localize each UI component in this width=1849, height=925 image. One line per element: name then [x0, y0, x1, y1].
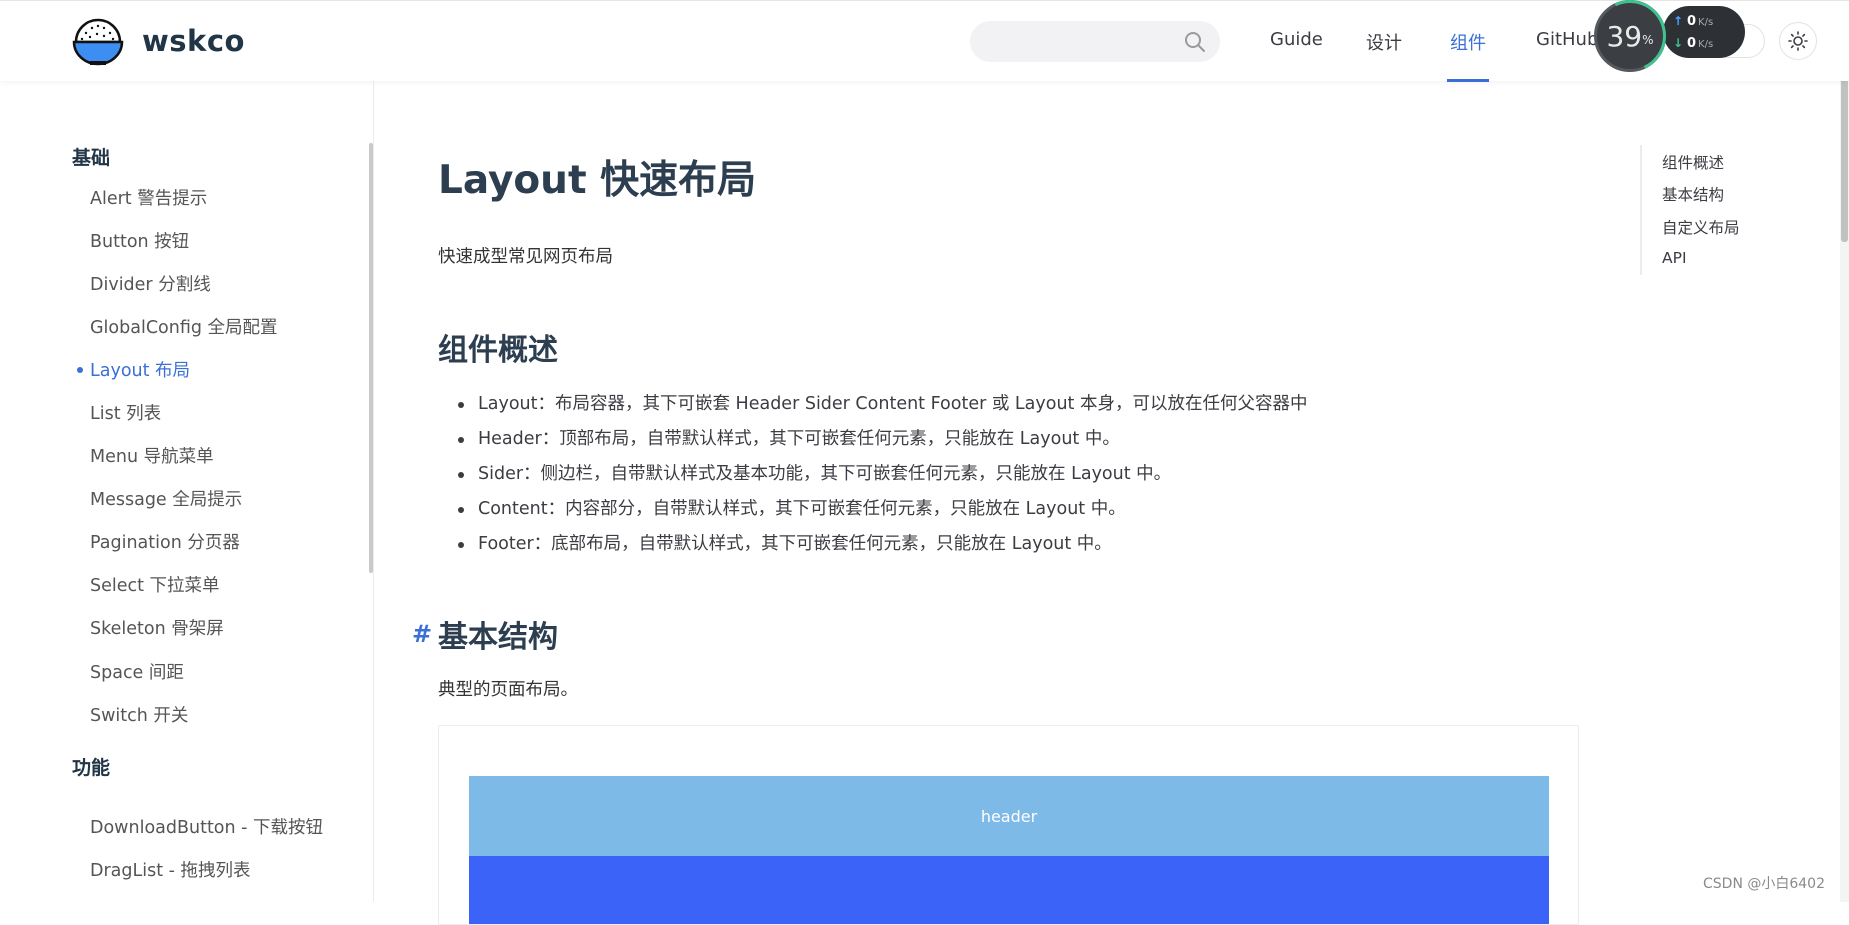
sidebar-item-alert[interactable]: Alert 警告提示	[90, 185, 207, 210]
list-item: Layout：布局容器，其下可嵌套 Header Sider Content F…	[438, 387, 1307, 422]
theme-toggle-button[interactable]	[1779, 22, 1817, 60]
list-item: Content：内容部分，自带默认样式，其下可嵌套任何元素，只能放在 Layou…	[438, 492, 1307, 527]
search-input[interactable]	[970, 21, 1220, 62]
demo-header-block: header	[469, 776, 1549, 856]
nav-guide[interactable]: Guide	[1270, 29, 1323, 50]
active-nav-indicator	[1447, 79, 1489, 82]
sidebar: 基础 Alert 警告提示 Button 按钮 Divider 分割线 Glob…	[0, 81, 374, 902]
list-item: Header：顶部布局，自带默认样式，其下可嵌套任何元素，只能放在 Layout…	[438, 422, 1307, 457]
logo-link[interactable]: wskco	[70, 15, 245, 67]
sidebar-item-globalconfig[interactable]: GlobalConfig 全局配置	[90, 314, 278, 339]
basic-structure-description: 典型的页面布局。	[438, 680, 578, 700]
memory-usage-gauge[interactable]: 39%	[1583, 0, 1677, 83]
download-unit: K/s	[1698, 39, 1714, 50]
list-item: Sider：侧边栏，自带默认样式及基本功能，其下可嵌套任何元素，只能放在 Lay…	[438, 457, 1307, 492]
sidebar-item-menu[interactable]: Menu 导航菜单	[90, 443, 214, 468]
layout-demo-box: header	[438, 725, 1579, 925]
download-arrow-icon: ↓	[1673, 36, 1684, 50]
overview-list: Layout：布局容器，其下可嵌套 Header Sider Content F…	[438, 387, 1307, 562]
toc-item-api[interactable]: API	[1662, 249, 1687, 267]
sidebar-item-pagination[interactable]: Pagination 分页器	[90, 529, 240, 554]
upload-value: 0	[1687, 14, 1697, 29]
sidebar-section-features: 功能	[72, 757, 111, 779]
page-scrollbar[interactable]	[1840, 0, 1849, 902]
nav-github-label: GitHub	[1536, 29, 1599, 50]
demo-content-block	[469, 856, 1549, 924]
page-description: 快速成型常见网页布局	[438, 247, 613, 267]
toc-item-basic-structure[interactable]: 基本结构	[1662, 183, 1724, 205]
overview-heading: 组件概述	[438, 333, 558, 368]
top-navbar: wskco Guide 设计 组件 GitHub↗ en	[0, 0, 1849, 82]
sidebar-item-switch[interactable]: Switch 开关	[90, 702, 188, 727]
active-item-bullet	[77, 367, 83, 373]
rice-bowl-logo-icon	[72, 18, 124, 66]
sidebar-item-list[interactable]: List 列表	[90, 400, 161, 425]
sidebar-section-basic: 基础	[72, 147, 111, 169]
upload-unit: K/s	[1698, 17, 1714, 28]
heading-anchor-link[interactable]: #	[412, 620, 432, 648]
sidebar-item-layout[interactable]: Layout 布局	[90, 357, 190, 382]
list-item: Footer：底部布局，自带默认样式，其下可嵌套任何元素，只能放在 Layout…	[438, 527, 1307, 562]
sidebar-item-draglist[interactable]: DragList - 拖拽列表	[90, 857, 251, 882]
table-of-contents: 组件概述 基本结构 自定义布局 API	[1640, 145, 1800, 275]
csdn-watermark: CSDN @小白6402	[1703, 876, 1825, 892]
sidebar-item-message[interactable]: Message 全局提示	[90, 486, 242, 511]
sidebar-item-button[interactable]: Button 按钮	[90, 228, 189, 253]
sidebar-item-select[interactable]: Select 下拉菜单	[90, 572, 220, 597]
toc-item-custom-layout[interactable]: 自定义布局	[1662, 216, 1740, 238]
upload-speed: ↑ 0 K/s	[1673, 14, 1714, 29]
sidebar-item-divider[interactable]: Divider 分割线	[90, 271, 211, 296]
toc-item-overview[interactable]: 组件概述	[1662, 151, 1724, 173]
net-speed-widget[interactable]: ↑ 0 K/s ↓ 0 K/s	[1663, 6, 1745, 58]
search-icon	[1185, 32, 1205, 52]
download-value: 0	[1687, 36, 1697, 51]
sidebar-item-downloadbutton[interactable]: DownloadButton - 下载按钮	[90, 814, 323, 839]
sidebar-item-space[interactable]: Space 间距	[90, 659, 184, 684]
demo-header-label: header	[980, 806, 1038, 826]
main-content: Layout 快速布局 快速成型常见网页布局 组件概述 Layout：布局容器，…	[374, 81, 1849, 925]
upload-arrow-icon: ↑	[1673, 14, 1684, 28]
page-title: Layout 快速布局	[438, 158, 757, 203]
nav-design[interactable]: 设计	[1366, 29, 1402, 55]
sidebar-scrollbar[interactable]	[369, 143, 373, 573]
nav-components[interactable]: 组件	[1450, 29, 1486, 55]
download-speed: ↓ 0 K/s	[1673, 36, 1714, 51]
site-name: wskco	[142, 24, 245, 58]
sidebar-item-skeleton[interactable]: Skeleton 骨架屏	[90, 615, 224, 640]
basic-structure-heading: 基本结构	[438, 620, 558, 655]
sun-icon	[1788, 31, 1808, 51]
